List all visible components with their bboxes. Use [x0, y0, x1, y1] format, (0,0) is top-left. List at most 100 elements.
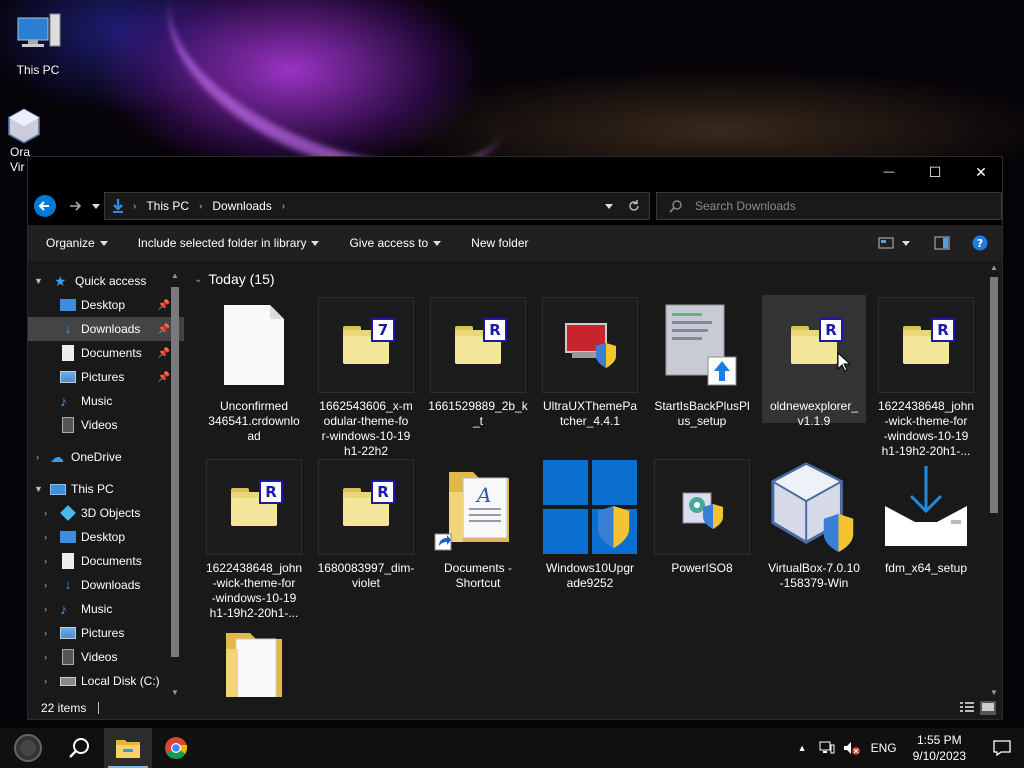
- nav-quick-music[interactable]: ♪ Music: [28, 389, 184, 413]
- scroll-down-icon[interactable]: ▼: [990, 688, 998, 697]
- file-thumbnail: [654, 297, 750, 393]
- change-view-button[interactable]: [878, 237, 910, 249]
- file-item[interactable]: R 1622438648_john -wick-theme-for -windows…: [874, 297, 978, 459]
- breadcrumb-this-pc[interactable]: This PC: [146, 199, 189, 213]
- give-access-menu[interactable]: Give access to: [349, 236, 442, 250]
- nav-pc-3d-objects[interactable]: › 3D Objects: [28, 501, 184, 525]
- expanded-chevron-icon: ▼: [34, 484, 43, 494]
- nav-quick-access[interactable]: ▼ ★ Quick access: [28, 269, 184, 293]
- file-item[interactable]: StartIsBackPlusPl us_setup: [650, 297, 754, 429]
- nav-quick-desktop[interactable]: Desktop 📌: [28, 293, 184, 317]
- file-name: Unconfirmed 346541.crdownlo ad: [208, 399, 300, 443]
- nav-label: Downloads: [81, 578, 141, 592]
- file-item[interactable]: UltraUXThemePa tcher_4.4.1: [538, 297, 642, 429]
- nav-quick-documents[interactable]: Documents 📌: [28, 341, 184, 365]
- breadcrumb-separator-icon: ›: [281, 200, 286, 212]
- taskbar-file-explorer[interactable]: [104, 728, 152, 768]
- svg-text:?: ?: [977, 237, 983, 250]
- nav-pc-pictures[interactable]: › Pictures: [28, 621, 184, 645]
- download-arrow-icon: ↓: [64, 577, 72, 592]
- address-row: › This PC › Downloads › Search Downloads: [28, 187, 1002, 225]
- collapsed-chevron-icon: ›: [44, 508, 47, 518]
- notifications-button[interactable]: [980, 728, 1024, 768]
- scroll-up-icon[interactable]: ▲: [990, 263, 998, 272]
- nav-pc-documents[interactable]: › Documents: [28, 549, 184, 573]
- search-box[interactable]: Search Downloads: [656, 192, 1002, 220]
- nav-quick-pictures[interactable]: Pictures 📌: [28, 365, 184, 389]
- taskbar-chrome[interactable]: [152, 728, 200, 768]
- search-button[interactable]: [56, 728, 104, 768]
- scroll-up-icon[interactable]: ▲: [171, 271, 179, 280]
- nav-quick-downloads[interactable]: ↓ Downloads 📌: [28, 317, 184, 341]
- organize-menu[interactable]: Organize: [46, 236, 108, 250]
- blank-file-icon: [224, 305, 284, 385]
- collapsed-chevron-icon: ›: [44, 580, 47, 590]
- file-name: UltraUXThemePa tcher_4.4.1: [542, 399, 638, 428]
- nav-pc-local-disk[interactable]: › Local Disk (C:): [28, 669, 184, 693]
- nav-pc-music[interactable]: › ♪ Music: [28, 597, 184, 621]
- music-note-icon: ♪: [60, 601, 67, 617]
- nav-scrollbar[interactable]: ▲ ▼: [168, 269, 182, 699]
- nav-pc-desktop[interactable]: › Desktop: [28, 525, 184, 549]
- scroll-down-icon[interactable]: ▼: [171, 688, 179, 697]
- taskbar: ▲ ENG 1:55 PM 9/10/2023: [0, 728, 1024, 768]
- volume-muted-icon[interactable]: [843, 741, 861, 755]
- start-button[interactable]: [0, 728, 56, 768]
- theme-patcher-icon: [565, 323, 616, 368]
- file-item[interactable]: R 1661529889_2b_k _t: [426, 297, 530, 429]
- nav-scrollbar-thumb[interactable]: [171, 287, 179, 657]
- mouse-cursor-icon: [837, 352, 851, 372]
- chevron-down-icon[interactable]: [605, 203, 613, 209]
- file-item[interactable]: [202, 621, 306, 699]
- preview-pane-icon: [934, 236, 950, 250]
- include-library-menu[interactable]: Include selected folder in library: [138, 236, 320, 250]
- file-item[interactable]: PowerISO8: [650, 459, 754, 576]
- desktop-icon-this-pc[interactable]: This PC: [6, 10, 70, 77]
- file-item[interactable]: R 1622438648_john -wick-theme-for -windows…: [202, 459, 306, 621]
- input-language[interactable]: ENG: [871, 741, 897, 755]
- refresh-icon[interactable]: [627, 199, 641, 213]
- file-item[interactable]: A Documents - Shortcut: [426, 459, 530, 591]
- file-item[interactable]: Windows10Upgr ade9252: [538, 459, 642, 591]
- collapsed-chevron-icon: ›: [44, 676, 47, 686]
- details-view-icon[interactable]: [960, 701, 974, 713]
- new-folder-button[interactable]: New folder: [471, 236, 528, 250]
- nav-pc-downloads[interactable]: › ↓ Downloads: [28, 573, 184, 597]
- breadcrumb-downloads[interactable]: Downloads: [212, 199, 271, 213]
- preview-pane-button[interactable]: [934, 236, 950, 250]
- group-header-today[interactable]: ⌄ Today (15): [194, 271, 275, 287]
- cloud-icon: ☁: [50, 449, 64, 465]
- recent-locations-button[interactable]: [88, 193, 104, 219]
- file-item[interactable]: R 1680083997_dim-violet: [314, 459, 418, 591]
- file-item[interactable]: VirtualBox-7.0.10 -158379-Win: [762, 459, 866, 591]
- title-bar[interactable]: — ☐ ✕: [28, 157, 1002, 187]
- nav-this-pc[interactable]: ▼ This PC: [28, 477, 184, 501]
- forward-button[interactable]: [62, 193, 88, 219]
- rar-badge-icon: R: [819, 318, 843, 342]
- start-orb-icon: [14, 734, 42, 762]
- file-item[interactable]: Unconfirmed 346541.crdownlo ad: [202, 297, 306, 444]
- large-icons-view-icon[interactable]: [980, 701, 996, 715]
- content-scrollbar-thumb[interactable]: [990, 277, 998, 513]
- file-thumbnail: A: [430, 459, 526, 555]
- file-thumbnail: [542, 297, 638, 393]
- file-item[interactable]: R oldnewexplorer_ v1.1.9: [762, 295, 866, 428]
- clock[interactable]: 1:55 PM 9/10/2023: [913, 732, 966, 764]
- collapsed-chevron-icon: ›: [44, 532, 47, 542]
- breadcrumb-separator-icon: ›: [199, 200, 203, 212]
- file-item[interactable]: 7 1662543606_x-m odular-theme-fo r-windows…: [314, 297, 418, 459]
- help-button[interactable]: ?: [972, 235, 988, 251]
- network-icon[interactable]: [819, 741, 835, 755]
- back-button[interactable]: [32, 193, 58, 219]
- file-item[interactable]: fdm_x64_setup: [874, 459, 978, 576]
- content-scrollbar[interactable]: ▲ ▼: [986, 261, 1002, 699]
- minimize-button[interactable]: —: [866, 157, 912, 187]
- nav-quick-videos[interactable]: Videos: [28, 413, 184, 437]
- maximize-button[interactable]: ☐: [912, 157, 958, 187]
- show-hidden-icons-icon[interactable]: ▲: [798, 743, 807, 753]
- nav-pc-videos[interactable]: › Videos: [28, 645, 184, 669]
- nav-onedrive[interactable]: › ☁ OneDrive: [28, 445, 184, 469]
- address-bar[interactable]: › This PC › Downloads ›: [104, 192, 650, 220]
- notification-icon: [993, 740, 1011, 756]
- close-button[interactable]: ✕: [958, 157, 1004, 187]
